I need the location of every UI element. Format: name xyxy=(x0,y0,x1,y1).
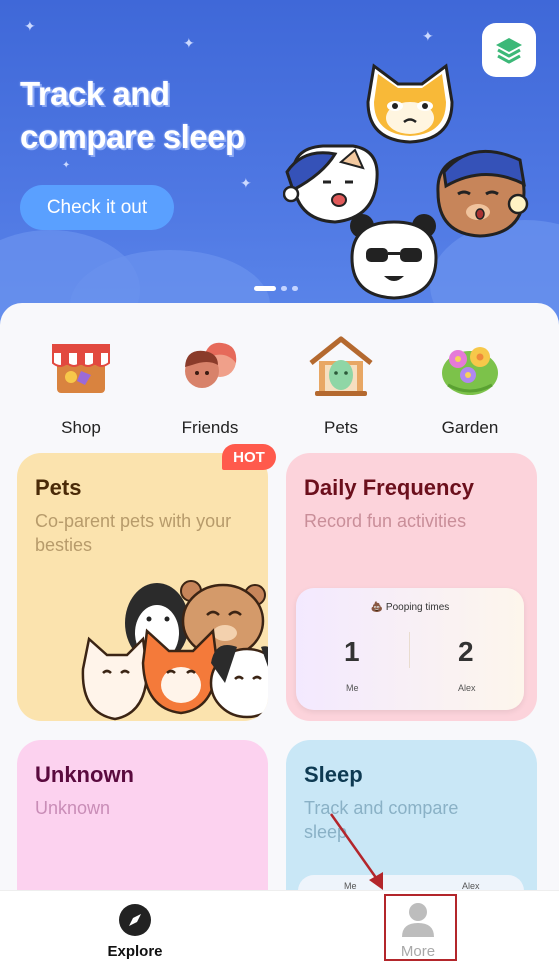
pets-group-illustration-icon xyxy=(81,580,268,721)
carousel-dot[interactable] xyxy=(281,286,287,291)
promo-banner[interactable]: ✦ ✦ ✦ ✦ ✦ Track and compare sleep Check … xyxy=(0,0,559,330)
star-icon: ✦ xyxy=(240,175,252,191)
carousel-dot[interactable] xyxy=(254,286,276,291)
pooping-times-widget: 💩 Pooping times 1 2 Me Alex xyxy=(296,588,524,710)
shop-icon xyxy=(52,344,110,393)
quick-link-label: Pets xyxy=(323,418,359,437)
quick-link-friends[interactable]: Friends xyxy=(155,335,265,438)
garden-icon xyxy=(442,347,498,395)
annotation-arrow-icon xyxy=(329,813,383,890)
quick-link-shop[interactable]: Shop xyxy=(26,335,136,438)
quick-link-label: Garden xyxy=(441,418,499,437)
nav-label: Explore xyxy=(107,943,163,960)
widget-header: 💩 Pooping times xyxy=(370,602,450,613)
bear-sticker-icon xyxy=(436,149,529,238)
quick-link-pets[interactable]: Pets xyxy=(286,335,396,438)
check-it-out-button[interactable]: Check it out xyxy=(20,185,174,230)
hot-badge: HOT xyxy=(222,444,276,470)
pets-card[interactable]: Pets Co-parent pets with your besties xyxy=(17,453,268,721)
alex-label: Alex xyxy=(458,683,476,693)
star-icon: ✦ xyxy=(183,35,195,51)
card-title: Sleep xyxy=(304,762,363,787)
banner-title-line: Track and xyxy=(20,75,170,112)
card-title: Pets xyxy=(35,475,82,500)
annotation-highlight xyxy=(384,894,457,961)
panda-sticker-icon xyxy=(350,214,438,300)
bottom-navigation: Explore More xyxy=(0,890,559,962)
me-count: 1 xyxy=(344,636,360,667)
card-subtitle: Unknown xyxy=(35,798,111,818)
star-icon: ✦ xyxy=(62,160,71,171)
card-subtitle: Co-parent pets with your besties xyxy=(35,511,232,555)
banner-title-line: compare sleep xyxy=(20,118,245,155)
card-subtitle: Record fun activities xyxy=(304,511,467,531)
me-label: Me xyxy=(346,683,359,693)
card-title: Daily Frequency xyxy=(304,475,474,500)
pet-egg-icon xyxy=(309,336,373,396)
nav-explore[interactable]: Explore xyxy=(80,891,190,962)
star-icon: ✦ xyxy=(24,18,36,34)
compass-icon xyxy=(119,904,151,936)
quick-link-label: Friends xyxy=(181,418,239,437)
alex-count: 2 xyxy=(458,636,474,667)
friends-icon xyxy=(185,342,237,388)
shiba-sticker-icon xyxy=(366,63,454,144)
quick-link-label: Shop xyxy=(61,418,101,437)
star-icon: ✦ xyxy=(422,28,434,44)
carousel-dot[interactable] xyxy=(292,286,298,291)
card-title: Unknown xyxy=(35,762,134,787)
carousel-indicator xyxy=(254,286,298,291)
quick-link-garden[interactable]: Garden xyxy=(415,335,525,438)
banner-title: Track and compare sleep xyxy=(20,72,310,158)
layers-button[interactable] xyxy=(482,23,536,77)
layers-icon xyxy=(496,38,522,64)
widget-divider xyxy=(409,632,410,668)
